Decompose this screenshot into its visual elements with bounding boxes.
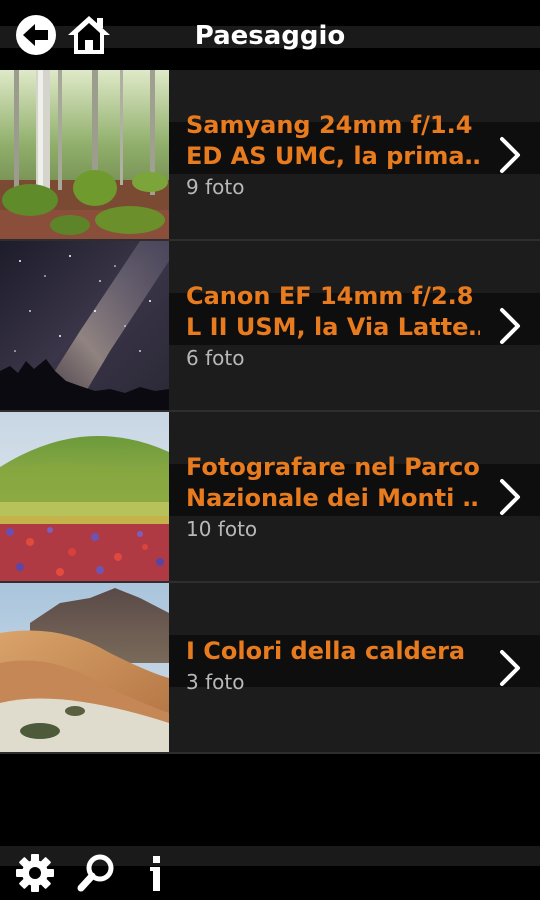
album-title-line1: Fotografare nel Parco [186,453,480,481]
album-title-line2: L II USM, la Via Latte… [186,313,480,341]
album-row[interactable]: Samyang 24mm f/1.4 ED AS UMC, la prima… … [0,70,540,241]
milky-way-photo [0,241,169,410]
row-text: Samyang 24mm f/1.4 ED AS UMC, la prima… … [186,110,480,200]
flower-field-photo [0,412,169,581]
settings-button[interactable] [14,852,56,894]
chevron-right-icon [500,137,520,173]
info-icon [150,856,160,891]
album-title-line2: Nazionale dei Monti … [186,484,480,512]
search-button[interactable] [74,852,118,894]
album-row[interactable]: I Colori della caldera 3 foto [0,583,540,754]
caldera-photo [0,583,169,752]
chevron-right-icon [500,479,520,515]
chevron-right-icon [500,308,520,344]
album-row[interactable]: Canon EF 14mm f/2.8 L II USM, la Via Lat… [0,241,540,412]
photo-count: 3 foto [186,670,245,694]
row-text: Fotografare nel Parco Nazionale dei Mont… [186,452,480,542]
album-title-line2: ED AS UMC, la prima… [186,142,480,170]
back-arrow-icon [16,15,56,55]
row-text: I Colori della caldera 3 foto [186,636,480,695]
album-row[interactable]: Fotografare nel Parco Nazionale dei Mont… [0,412,540,583]
photo-count: 6 foto [186,346,245,370]
photo-count: 10 foto [186,517,258,541]
bottom-toolbar [0,846,540,900]
back-button[interactable] [14,13,58,57]
photo-count: 9 foto [186,175,245,199]
album-title-line1: I Colori della caldera [186,637,466,665]
row-text: Canon EF 14mm f/2.8 L II USM, la Via Lat… [186,281,480,371]
forest-photo [0,70,169,239]
info-button[interactable] [146,852,168,894]
search-icon [77,854,114,892]
home-icon [68,16,110,54]
album-title-line1: Canon EF 14mm f/2.8 [186,282,474,310]
gallery-screen: Paesaggio Samyang 24mm f/1.4 ED AS UMC, … [0,0,540,900]
chevron-right-icon [500,650,520,686]
home-button[interactable] [66,13,112,57]
top-bar: Paesaggio [0,0,540,70]
album-list: Samyang 24mm f/1.4 ED AS UMC, la prima… … [0,70,540,754]
album-title-line1: Samyang 24mm f/1.4 [186,111,473,139]
gear-icon [16,854,54,892]
